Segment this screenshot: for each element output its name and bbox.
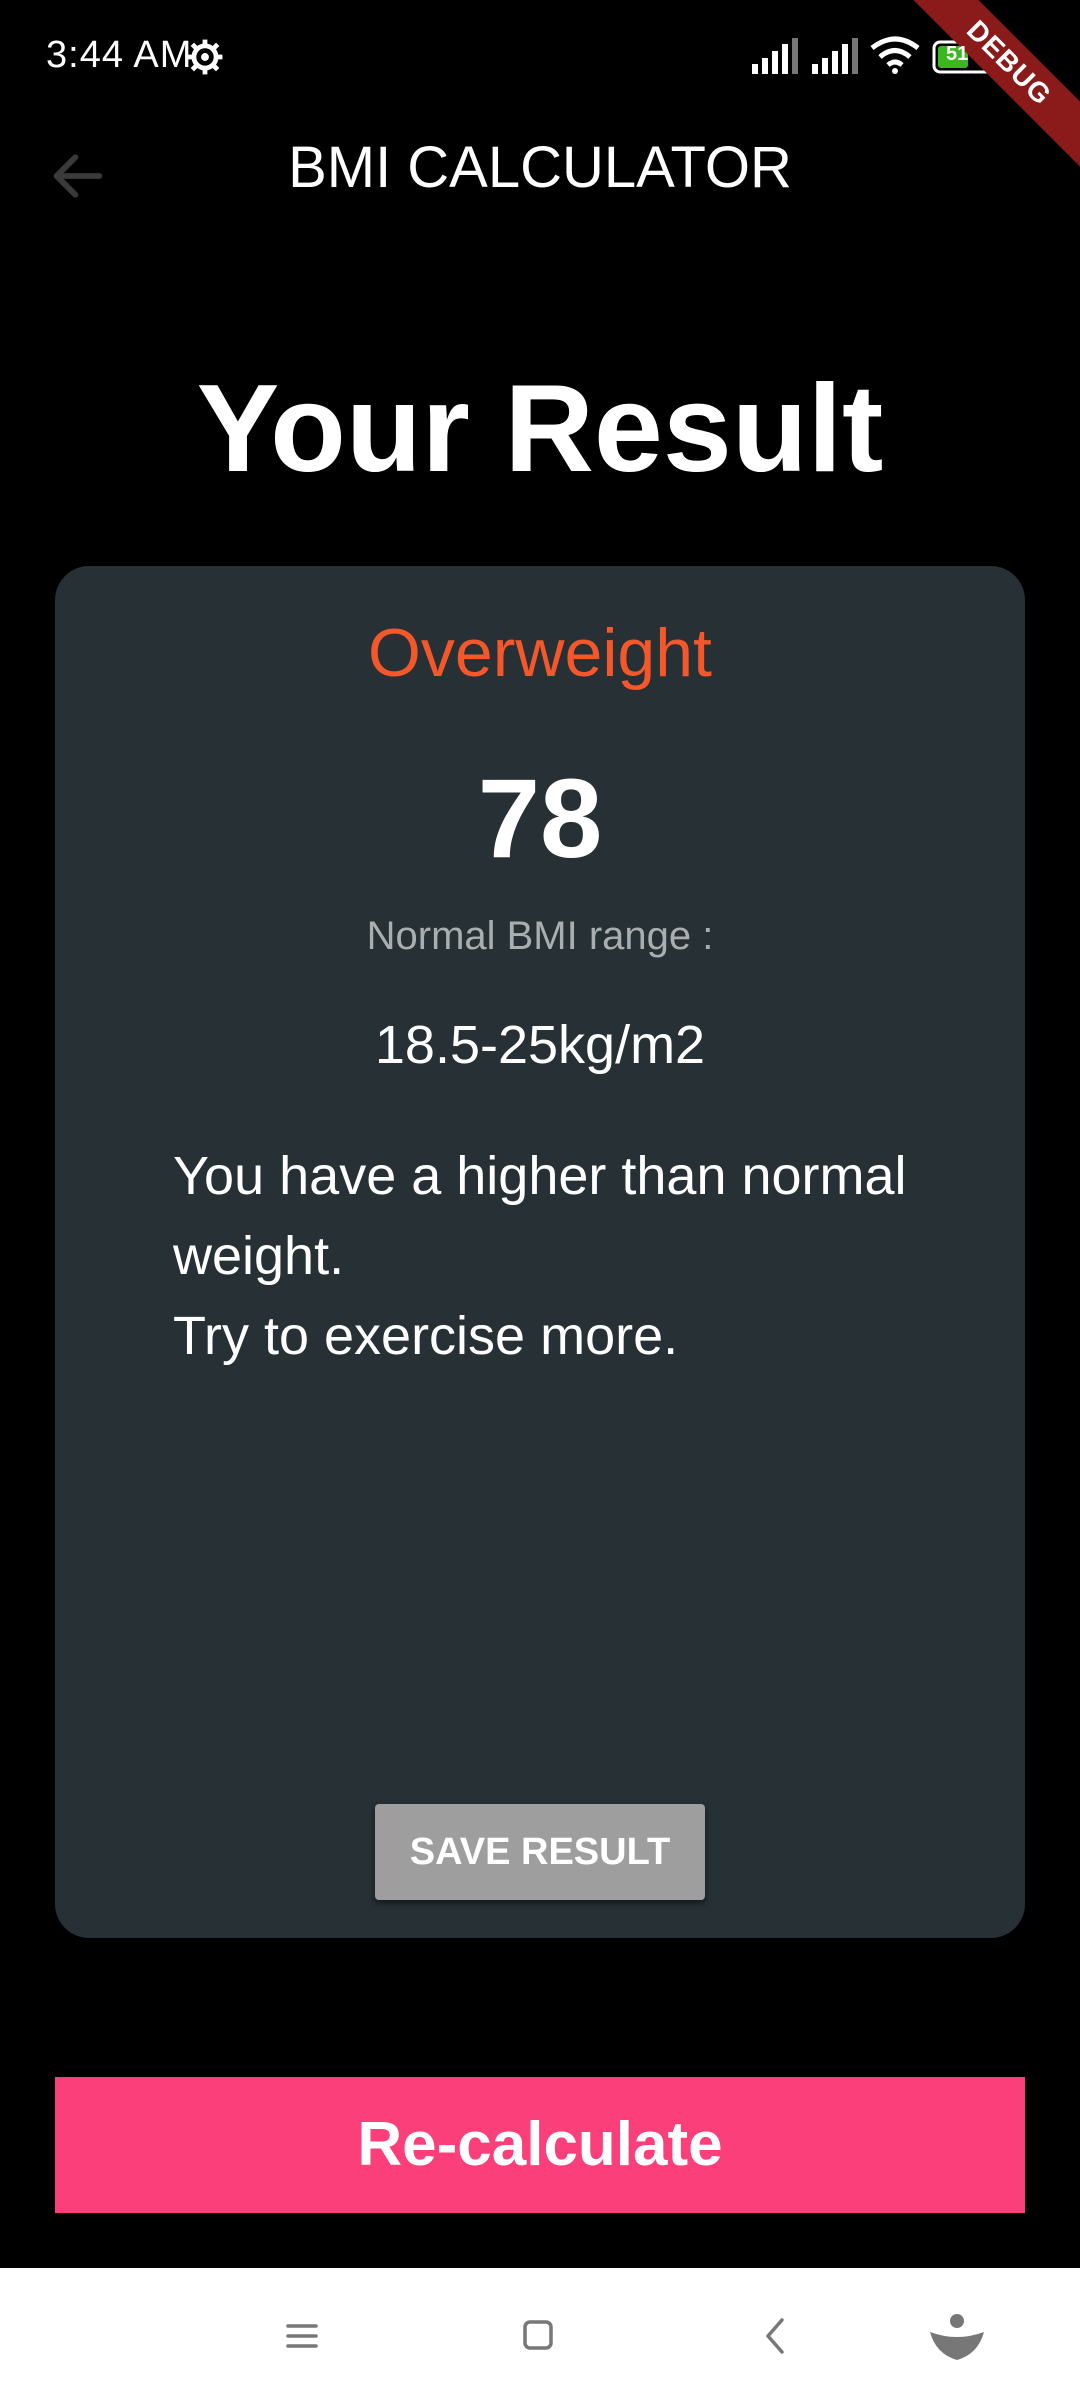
page-title: Your Result <box>196 360 884 498</box>
wifi-icon <box>870 36 920 74</box>
battery-level: 51 <box>946 43 969 65</box>
home-square-icon[interactable] <box>508 2308 568 2364</box>
normal-range-value: 18.5-25kg/m2 <box>374 1015 706 1075</box>
app-bar: BMI CALCULATOR <box>0 110 1080 230</box>
signal-icon <box>752 38 798 74</box>
back-chevron-icon[interactable] <box>746 2308 806 2364</box>
signal-icon <box>812 38 858 74</box>
recalculate-button[interactable]: Re-calculate <box>55 2077 1025 2213</box>
system-nav-bar <box>0 2268 1080 2400</box>
app-title: BMI CALCULATOR <box>288 135 792 200</box>
save-result-button[interactable]: SAVE RESULT <box>375 1804 705 1900</box>
assistant-icon[interactable] <box>922 2308 992 2364</box>
bmi-status-label: Overweight <box>368 615 712 691</box>
status-time: 3:44 AM <box>46 34 193 76</box>
result-card: Overweight 78 Normal BMI range : 18.5-25… <box>55 566 1025 1938</box>
status-bar: 3:44 AM 51 DEBUG <box>0 0 1080 175</box>
menu-icon[interactable] <box>272 2308 332 2364</box>
advice-text: You have a higher than normal weight. Tr… <box>173 1146 907 1366</box>
settings-gear-icon <box>187 39 223 75</box>
bmi-value: 78 <box>477 756 603 881</box>
normal-range-label: Normal BMI range : <box>366 914 714 958</box>
